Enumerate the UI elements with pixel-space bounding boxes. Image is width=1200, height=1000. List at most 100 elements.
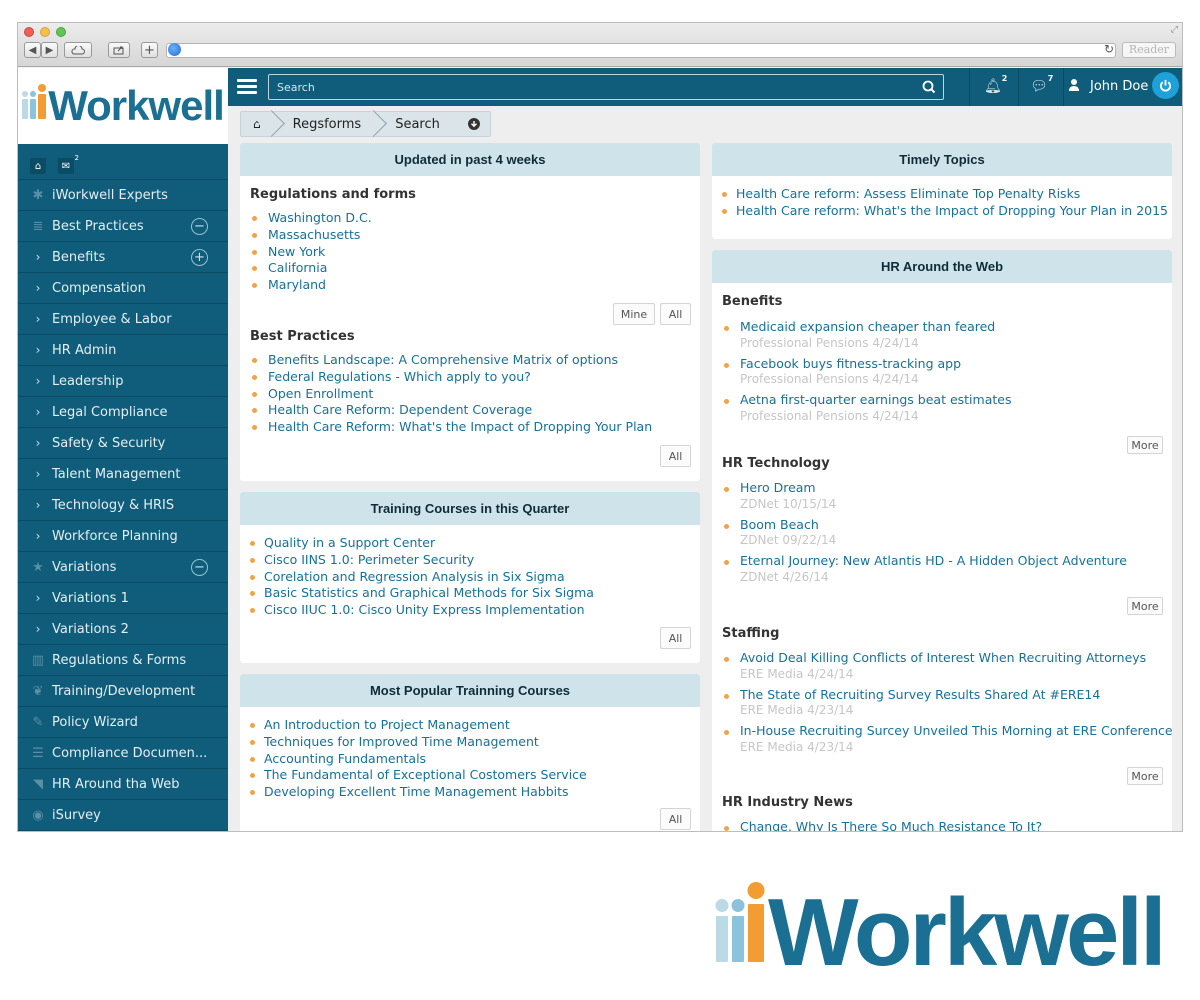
list-item-link[interactable]: Health Care reform: What's the Impact of… bbox=[712, 203, 1172, 220]
breadcrumb-search[interactable]: Search bbox=[377, 112, 456, 136]
list-item-link[interactable]: Health Care Reform: What's the Impact of… bbox=[240, 419, 690, 436]
list-item-link[interactable]: Quality in a Support Center bbox=[240, 535, 690, 552]
news-source: ZDNet 09/22/14 bbox=[740, 533, 837, 547]
collapse-icon[interactable]: − bbox=[191, 559, 208, 576]
search-input[interactable] bbox=[277, 79, 897, 95]
all-button[interactable]: All bbox=[660, 808, 691, 830]
close-window-button[interactable] bbox=[24, 27, 34, 37]
chevron-right-icon: › bbox=[35, 405, 41, 419]
sidebar-item-training-development[interactable]: ❦ Training/Development bbox=[18, 676, 228, 707]
news-source: ERE Media 4/23/14 bbox=[740, 739, 854, 754]
list-item-link[interactable]: Cisco IINS 1.0: Perimeter Security bbox=[240, 552, 690, 569]
list-item-link[interactable]: Massachusetts bbox=[240, 227, 690, 244]
news-item: Aetna first-quarter earnings beat estima… bbox=[712, 392, 1172, 423]
list-item-link[interactable]: Washington D.C. bbox=[240, 210, 690, 227]
reader-button[interactable]: Reader bbox=[1122, 42, 1176, 58]
list-item-link[interactable]: An Introduction to Project Management bbox=[240, 717, 690, 734]
list-item-link[interactable]: The Fundamental of Exceptional Costomers… bbox=[240, 767, 690, 784]
list-item-link[interactable]: Health Care Reform: Dependent Coverage bbox=[240, 402, 690, 419]
chat-button[interactable]: 💬︎7 bbox=[1030, 74, 1053, 95]
news-title-link[interactable]: The State of Recruiting Survey Results S… bbox=[740, 687, 1172, 704]
all-button[interactable]: All bbox=[660, 627, 691, 649]
more-button[interactable]: More bbox=[1127, 597, 1163, 615]
breadcrumb-home[interactable]: ⌂ bbox=[241, 112, 275, 136]
sidebar-item-benefits[interactable]: › Benefits + bbox=[18, 242, 228, 273]
sidebar-item-variations[interactable]: ★ Variations − bbox=[18, 552, 228, 583]
arrow-circle-down-icon[interactable] bbox=[467, 118, 480, 130]
sidebar-item-regulations-forms[interactable]: ▥ Regulations & Forms bbox=[18, 645, 228, 676]
news-item: Change, Why Is There So Much Resistance … bbox=[712, 819, 1172, 831]
more-button[interactable]: More bbox=[1127, 436, 1163, 454]
sidebar-item-isurvey[interactable]: ◉ iSurvey bbox=[18, 800, 228, 831]
user-menu[interactable]: John Doe ▼ bbox=[1090, 79, 1159, 94]
news-title-link[interactable]: Aetna first-quarter earnings beat estima… bbox=[740, 392, 1172, 409]
sidebar-item-hr-around-tha-web[interactable]: ◥ HR Around tha Web bbox=[18, 769, 228, 800]
notifications-button[interactable]: 🔔︎2 bbox=[984, 74, 1007, 95]
sidebar-item-label: Compensation bbox=[52, 280, 146, 296]
sidebar-item-best-practices[interactable]: ≣ Best Practices − bbox=[18, 211, 228, 242]
sidebar-item-variations-2[interactable]: › Variations 2 bbox=[18, 614, 228, 645]
sidebar-logo[interactable]: Workwell bbox=[18, 68, 228, 144]
sidebar-item-technology-hris[interactable]: › Technology & HRIS bbox=[18, 490, 228, 521]
breadcrumb-regsforms[interactable]: Regsforms bbox=[275, 112, 378, 136]
search-icon[interactable] bbox=[921, 79, 937, 95]
news-title-link[interactable]: Avoid Deal Killing Conflicts of Interest… bbox=[740, 650, 1172, 667]
sidebar-item-workforce-planning[interactable]: › Workforce Planning bbox=[18, 521, 228, 552]
list-item-link[interactable]: Federal Regulations - Which apply to you… bbox=[240, 369, 690, 386]
list-item-link[interactable]: Corelation and Regression Analysis in Si… bbox=[240, 569, 690, 586]
sidebar-item-employee-labor[interactable]: › Employee & Labor bbox=[18, 304, 228, 335]
all-button[interactable]: All bbox=[660, 445, 691, 467]
sidebar-item-iworkwell-experts[interactable]: ✱ iWorkwell Experts bbox=[18, 180, 228, 211]
list-item-link[interactable]: Benefits Landscape: A Comprehensive Matr… bbox=[240, 352, 690, 369]
address-bar[interactable] bbox=[166, 43, 1116, 58]
sidebar-item-policy-wizard[interactable]: ✎ Policy Wizard bbox=[18, 707, 228, 738]
reload-icon[interactable]: ↻ bbox=[1104, 42, 1114, 56]
list-item-link[interactable]: Health Care reform: Assess Eliminate Top… bbox=[712, 186, 1172, 203]
messages-button[interactable]: ✉ 2 bbox=[58, 154, 79, 174]
news-source: Professional Pensions 4/24/14 bbox=[740, 372, 919, 386]
news-title-link[interactable]: Facebook buys fitness-tracking app bbox=[740, 356, 1172, 373]
sidebar-item-hr-admin[interactable]: › HR Admin bbox=[18, 335, 228, 366]
list-item-link[interactable]: Cisco IIUC 1.0: Cisco Unity Express Impl… bbox=[240, 602, 690, 619]
list-item-link[interactable]: New York bbox=[240, 244, 690, 261]
sidebar-item-compensation[interactable]: › Compensation bbox=[18, 273, 228, 304]
fullscreen-icon[interactable]: ⤢ bbox=[1171, 25, 1178, 35]
hamburger-menu-icon[interactable] bbox=[237, 79, 257, 95]
all-button[interactable]: All bbox=[660, 303, 691, 325]
list-item-link[interactable]: Open Enrollment bbox=[240, 386, 690, 403]
expand-icon[interactable]: + bbox=[191, 249, 208, 266]
list-item-link[interactable]: Maryland bbox=[240, 277, 690, 294]
regulations-list: Washington D.C. Massachusetts New York Cali… bbox=[240, 210, 690, 294]
news-title-link[interactable]: Change, Why Is There So Much Resistance … bbox=[740, 819, 1172, 831]
sidebar-item-talent-management[interactable]: › Talent Management bbox=[18, 459, 228, 490]
home-button[interactable]: ⌂ bbox=[30, 158, 46, 174]
zoom-window-button[interactable] bbox=[56, 27, 66, 37]
news-title-link[interactable]: Medicaid expansion cheaper than feared bbox=[740, 319, 1172, 336]
icloud-tabs-button[interactable] bbox=[64, 42, 92, 58]
sidebar-item-safety-security[interactable]: › Safety & Security bbox=[18, 428, 228, 459]
sidebar-item-leadership[interactable]: › Leadership bbox=[18, 366, 228, 397]
globe-icon bbox=[168, 43, 181, 56]
more-button[interactable]: More bbox=[1127, 767, 1163, 785]
list-item-link[interactable]: Basic Statistics and Graphical Methods f… bbox=[240, 585, 690, 602]
sidebar-item-compliance-documen[interactable]: ☰ Compliance Documen... bbox=[18, 738, 228, 769]
list-item-link[interactable]: Techniques for Improved Time Management bbox=[240, 734, 690, 751]
list-item-link[interactable]: Developing Excellent Time Management Hab… bbox=[240, 784, 690, 801]
back-button[interactable]: ◀ bbox=[24, 42, 41, 58]
new-tab-button[interactable]: + bbox=[141, 42, 158, 58]
news-title-link[interactable]: In-House Recruiting Surcey Unveiled This… bbox=[740, 723, 1172, 740]
forward-button[interactable]: ▶ bbox=[41, 42, 58, 58]
share-button[interactable] bbox=[108, 42, 130, 58]
news-title-link[interactable]: Eternal Journey: New Atlantis HD - A Hid… bbox=[740, 553, 1172, 570]
sidebar-item-legal-compliance[interactable]: › Legal Compliance bbox=[18, 397, 228, 428]
collapse-icon[interactable]: − bbox=[191, 218, 208, 235]
mine-button[interactable]: Mine bbox=[613, 303, 655, 325]
sidebar-item-variations-1[interactable]: › Variations 1 bbox=[18, 583, 228, 614]
list-item-link[interactable]: California bbox=[240, 260, 690, 277]
news-title-link[interactable]: Hero Dream bbox=[740, 480, 1172, 497]
list-item-link[interactable]: Accounting Fundamentals bbox=[240, 751, 690, 768]
news-title-link[interactable]: Boom Beach bbox=[740, 517, 1172, 534]
minimize-window-button[interactable] bbox=[40, 27, 50, 37]
sidebar-item-label: HR Around tha Web bbox=[52, 776, 180, 792]
logout-button[interactable] bbox=[1152, 72, 1179, 99]
